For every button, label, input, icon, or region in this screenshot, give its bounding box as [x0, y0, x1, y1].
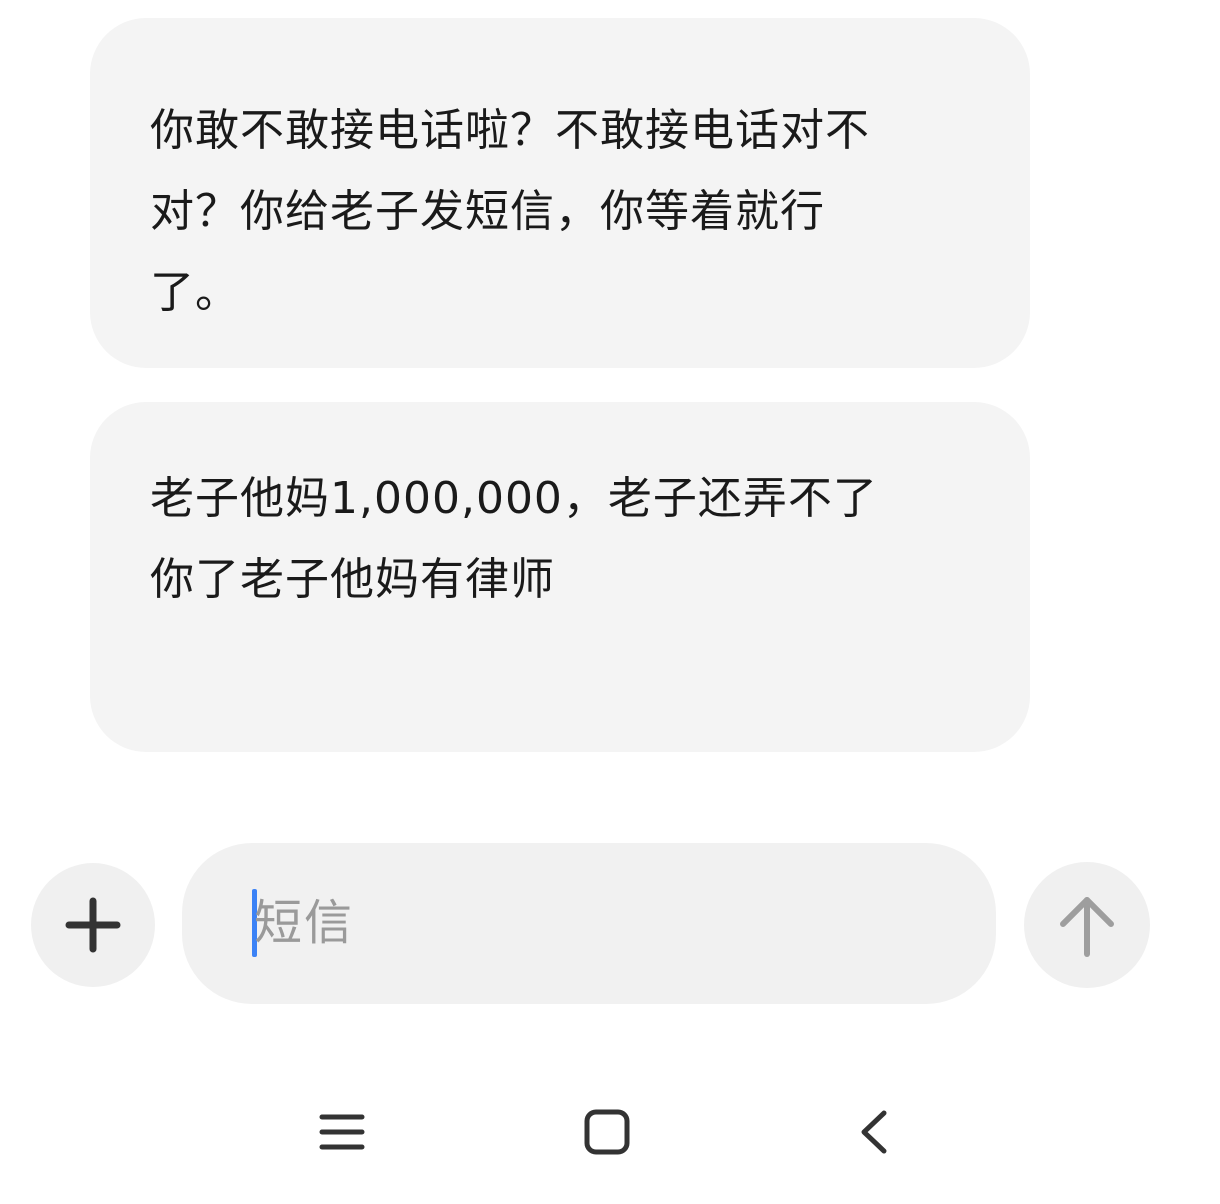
- send-button[interactable]: [1024, 862, 1150, 988]
- message-line: 了。: [150, 267, 240, 318]
- message-bubble[interactable]: 你敢不敢接电话啦？不敢接电话对不 对？你给老子发短信，你等着就行 了。: [90, 18, 1030, 368]
- message-line: 对？你给老子发短信，你等着就行: [150, 186, 825, 237]
- nav-back-button[interactable]: [842, 1100, 906, 1164]
- message-input-placeholder: 短信: [254, 895, 355, 951]
- nav-home-button[interactable]: [575, 1100, 639, 1164]
- nav-menu-button[interactable]: [310, 1100, 374, 1164]
- arrow-up-icon: [1060, 897, 1114, 957]
- back-icon: [861, 1110, 887, 1154]
- add-attachment-button[interactable]: [31, 863, 155, 987]
- message-line: 你敢不敢接电话啦？不敢接电话对不: [150, 105, 870, 156]
- message-line: 你了老子他妈有律师: [150, 554, 555, 605]
- plus-icon: [65, 897, 121, 953]
- message-input[interactable]: 短信: [182, 843, 996, 1004]
- menu-icon: [319, 1114, 365, 1150]
- message-bubble[interactable]: 老子他妈1,000,000，老子还弄不了 你了老子他妈有律师: [90, 402, 1030, 752]
- home-icon: [584, 1109, 630, 1155]
- sms-conversation-screen: 你敢不敢接电话啦？不敢接电话对不 对？你给老子发短信，你等着就行 了。 老子他妈…: [0, 0, 1220, 1204]
- message-line: 老子他妈1,000,000，老子还弄不了: [150, 473, 878, 524]
